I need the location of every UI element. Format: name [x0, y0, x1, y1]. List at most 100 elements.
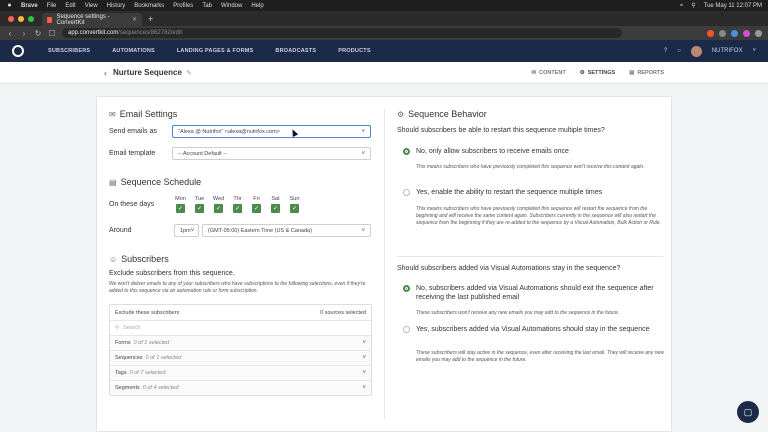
url-path: /sequences/862782/edit: [118, 30, 183, 36]
close-window-icon[interactable]: [8, 16, 14, 22]
extension-icon[interactable]: [719, 29, 726, 37]
sequence-name: Nurture Sequence: [113, 68, 182, 77]
va-option-no[interactable]: No, subscribers added via Visual Automat…: [403, 284, 663, 302]
filter-group-forms[interactable]: Forms 0 of 1 selected ˅: [110, 335, 371, 350]
timezone-select[interactable]: (GMT-05:00) Eastern Time (US & Canada) ˅: [202, 224, 371, 237]
close-tab-icon[interactable]: ✕: [132, 16, 137, 23]
day-label: Tue: [194, 196, 205, 202]
exclude-heading: Exclude subscribers from this sequence.: [109, 270, 235, 277]
restart-option-yes[interactable]: Yes, enable the ability to restart the s…: [403, 188, 663, 197]
checkbox-checked[interactable]: ✓: [271, 204, 280, 213]
filter-group-sequences[interactable]: Sequences 0 of 1 selected ˅: [110, 350, 371, 365]
filter-label: Exclude these subscribers: [115, 309, 180, 316]
avatar[interactable]: [690, 45, 702, 57]
menu-brave[interactable]: Brave: [21, 3, 38, 9]
day-wed[interactable]: Wed ✓: [212, 196, 225, 213]
day-fri[interactable]: Fri ✓: [250, 196, 263, 213]
search-input[interactable]: Search: [123, 325, 140, 331]
send-as-select[interactable]: "Alexa @ Nutrifox" <alexa@nutrifox.com> …: [172, 125, 371, 138]
chevron-down-icon[interactable]: ˅: [752, 48, 756, 54]
menu-view[interactable]: View: [85, 3, 98, 9]
email-settings-heading: Email Settings: [119, 109, 178, 119]
tab-content[interactable]: ✉ CONTENT: [532, 70, 566, 76]
profile-icon[interactable]: [743, 29, 750, 37]
email-template-select[interactable]: -- Account Default -- ˅: [172, 147, 371, 160]
nav-landing-pages[interactable]: LANDING PAGES & FORMS: [177, 48, 254, 54]
menu-help[interactable]: Help: [251, 3, 263, 9]
nav-automations[interactable]: AUTOMATIONS: [112, 48, 155, 54]
filter-group-segments[interactable]: Segments 0 of 4 selected ˅: [110, 380, 371, 395]
menu-bookmarks[interactable]: Bookmarks: [134, 3, 164, 9]
behavior-heading: Sequence Behavior: [408, 109, 487, 119]
menu-profiles[interactable]: Profiles: [173, 3, 193, 9]
menu-window[interactable]: Window: [221, 3, 242, 9]
day-tue[interactable]: Tue ✓: [193, 196, 206, 213]
menu-tab[interactable]: Tab: [202, 3, 212, 9]
restart-option-no[interactable]: No, only allow subscribers to receive em…: [403, 147, 663, 156]
tab-content-label: CONTENT: [539, 69, 566, 76]
wifi-icon[interactable]: ≈: [680, 3, 683, 9]
nav-broadcasts[interactable]: BROADCASTS: [275, 48, 316, 54]
forward-arrow-icon[interactable]: ›: [20, 29, 28, 38]
chevron-down-icon: ˅: [361, 128, 365, 135]
checkbox-checked[interactable]: ✓: [252, 204, 261, 213]
notifications-icon[interactable]: ○: [677, 48, 681, 54]
mail-icon: ✉: [531, 69, 537, 76]
checkbox-checked[interactable]: ✓: [176, 204, 185, 213]
chat-support-button[interactable]: ▢: [737, 401, 759, 423]
back-chevron-icon[interactable]: ‹: [104, 68, 107, 78]
tab-reports[interactable]: ▤ REPORTS: [629, 70, 664, 76]
group-count: 0 of 1 selected: [133, 340, 170, 346]
tab-settings[interactable]: ⚙ SETTINGS: [580, 70, 615, 76]
checkbox-checked[interactable]: ✓: [290, 204, 299, 213]
edit-name-icon[interactable]: ✎: [186, 69, 192, 77]
apple-logo-icon[interactable]: ●: [6, 2, 13, 9]
nav-products[interactable]: PRODUCTS: [338, 48, 370, 54]
clock[interactable]: Tue May 11 12:07 PM: [704, 3, 762, 9]
menu-icon[interactable]: [755, 29, 762, 37]
subscribers-title: ☺ Subscribers: [109, 254, 169, 264]
checkbox-checked[interactable]: ✓: [214, 204, 223, 213]
checkbox-checked[interactable]: ✓: [233, 204, 242, 213]
radio-unselected[interactable]: [403, 326, 410, 333]
va-option-yes[interactable]: Yes, subscribers added via Visual Automa…: [403, 325, 663, 334]
menu-edit[interactable]: Edit: [65, 3, 75, 9]
checkbox-checked[interactable]: ✓: [195, 204, 204, 213]
extension-icon-2[interactable]: [731, 29, 738, 37]
menu-history[interactable]: History: [107, 3, 126, 9]
nav-subscribers[interactable]: SUBSCRIBERS: [48, 48, 90, 54]
group-name: Segments: [115, 385, 140, 391]
time-select[interactable]: 1pm ˅: [174, 224, 199, 237]
radio-selected[interactable]: [403, 285, 410, 292]
day-label: Fri: [253, 196, 260, 202]
filter-group-tags[interactable]: Tags 0 of 7 selected ˅: [110, 365, 371, 380]
filter-search[interactable]: ⚲ Search: [110, 320, 371, 335]
brave-shield-icon[interactable]: [707, 29, 714, 37]
help-icon[interactable]: ?: [664, 48, 667, 54]
maximize-window-icon[interactable]: [28, 16, 34, 22]
new-tab-icon[interactable]: +: [142, 14, 159, 26]
minimize-window-icon[interactable]: [18, 16, 24, 22]
day-thu[interactable]: Thr ✓: [231, 196, 244, 213]
restart-question: Should subscribers be able to restart th…: [397, 127, 605, 134]
group-name: Tags: [115, 370, 127, 376]
day-mon[interactable]: Mon ✓: [174, 196, 187, 213]
menu-file[interactable]: File: [47, 3, 57, 9]
reload-icon[interactable]: ↻: [34, 29, 42, 38]
account-name[interactable]: NUTRIFOX: [712, 48, 743, 54]
sources-count: 0 sources selected: [320, 309, 366, 316]
day-sun[interactable]: Sun ✓: [288, 196, 301, 213]
radio-unselected[interactable]: [403, 189, 410, 196]
va-option-yes-help: These subscribers will stay active in th…: [416, 350, 664, 363]
back-arrow-icon[interactable]: ‹: [6, 29, 14, 38]
search-icon[interactable]: ⚲: [691, 2, 695, 9]
radio-selected[interactable]: [403, 148, 410, 155]
group-count: 0 of 1 selected: [145, 355, 182, 361]
day-sat[interactable]: Sat ✓: [269, 196, 282, 213]
browser-tab-active[interactable]: Sequence settings - ConvertKit ✕: [42, 13, 142, 26]
day-label: Wed: [212, 196, 225, 202]
email-settings-title: ✉ Email Settings: [109, 109, 177, 119]
url-bar[interactable]: app.convertkit.com/sequences/862782/edit: [62, 28, 622, 38]
bookmark-icon[interactable]: ☐: [48, 29, 56, 38]
convertkit-logo-icon[interactable]: [12, 45, 24, 57]
